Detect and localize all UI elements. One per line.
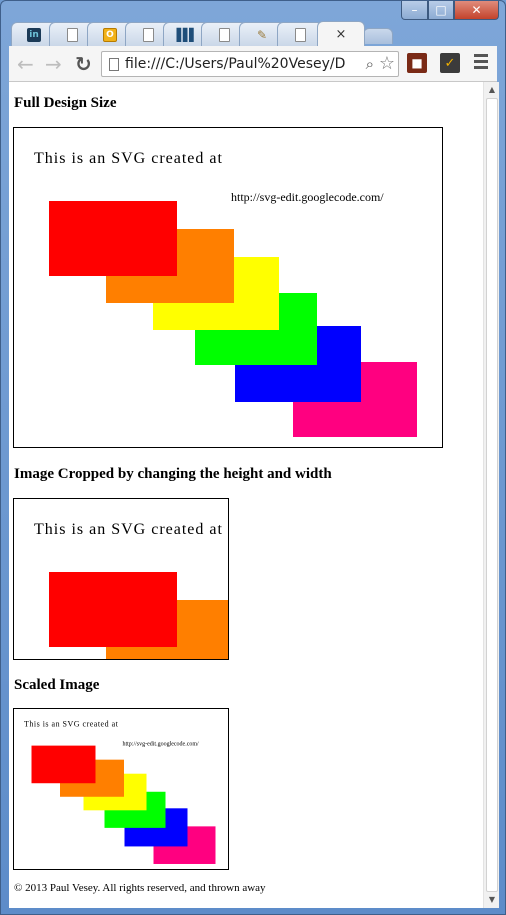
tool-icon: ✎: [256, 27, 268, 42]
page-icon: [66, 27, 78, 42]
footer-copyright: © 2013 Paul Vesey. All rights reserved, …: [14, 882, 266, 894]
address-bar[interactable]: file:///C:/Users/Paul%20Vesey/D ⌕ ☆: [101, 51, 399, 77]
browser-toolbar: ← → ↻ file:///C:/Users/Paul%20Vesey/D ⌕ …: [9, 46, 497, 82]
section-title-cropped: Image Cropped by changing the height and…: [14, 466, 332, 482]
menu-icon[interactable]: [474, 54, 488, 72]
reload-icon[interactable]: ↻: [75, 52, 92, 76]
extension-check-icon[interactable]: ✓: [440, 53, 460, 73]
svg-image-scaled: This is an SVG created at http://svg-edi…: [13, 708, 229, 870]
scroll-down-icon[interactable]: ▼: [484, 892, 499, 908]
back-arrow-icon[interactable]: ←: [17, 52, 34, 76]
browser-window: – □ ✕ in O ▌▌▌ ✎ × ← → ↻ file:///C:/User…: [0, 0, 506, 915]
svg-url-text: http://svg-edit.googlecode.com/: [123, 742, 200, 748]
scrollbar-thumb[interactable]: [486, 98, 498, 892]
extension-icon[interactable]: ■: [407, 53, 427, 73]
rect-red: [31, 745, 96, 784]
svg-caption-text: This is an SVG created at: [24, 720, 119, 729]
page-icon: [142, 27, 154, 42]
svg-url-text: http://svg-edit.googlecode.com/: [231, 190, 384, 204]
svg-image-full: This is an SVG created at http://svg-edi…: [13, 127, 443, 448]
page-icon: [294, 27, 306, 42]
tab-strip: in O ▌▌▌ ✎ ×: [11, 20, 491, 46]
rect-red: [49, 201, 177, 276]
close-tab-icon[interactable]: ×: [336, 27, 347, 42]
svg-caption-text: This is an SVG created at: [34, 150, 223, 167]
bookmark-star-icon[interactable]: ☆: [379, 53, 395, 74]
window-controls: – □ ✕: [401, 1, 499, 20]
vertical-scrollbar[interactable]: ▲ ▼: [483, 82, 499, 908]
page-viewport: Full Design Size This is an SVG created …: [9, 82, 499, 908]
linkedin-icon: in: [27, 27, 41, 42]
svg-caption-text: This is an SVG created at: [34, 521, 223, 538]
books-icon: ▌▌▌: [176, 27, 199, 42]
close-window-button[interactable]: ✕: [454, 1, 499, 20]
new-tab-button[interactable]: [363, 28, 393, 44]
page-icon: [109, 57, 119, 71]
tab-active[interactable]: ×: [317, 21, 365, 46]
section-title-full: Full Design Size: [14, 95, 117, 111]
scroll-up-icon[interactable]: ▲: [484, 82, 499, 98]
section-title-scaled: Scaled Image: [14, 677, 100, 693]
maximize-button[interactable]: □: [428, 1, 454, 20]
forward-arrow-icon[interactable]: →: [45, 52, 62, 76]
rect-red: [49, 572, 177, 647]
url-text[interactable]: file:///C:/Users/Paul%20Vesey/D: [125, 56, 353, 72]
outlook-icon: O: [103, 27, 117, 42]
page-icon: [218, 27, 230, 42]
minimize-button[interactable]: –: [401, 1, 428, 20]
svg-image-cropped: This is an SVG created at http://svg-edi…: [13, 498, 229, 660]
zoom-icon[interactable]: ⌕: [366, 55, 374, 73]
